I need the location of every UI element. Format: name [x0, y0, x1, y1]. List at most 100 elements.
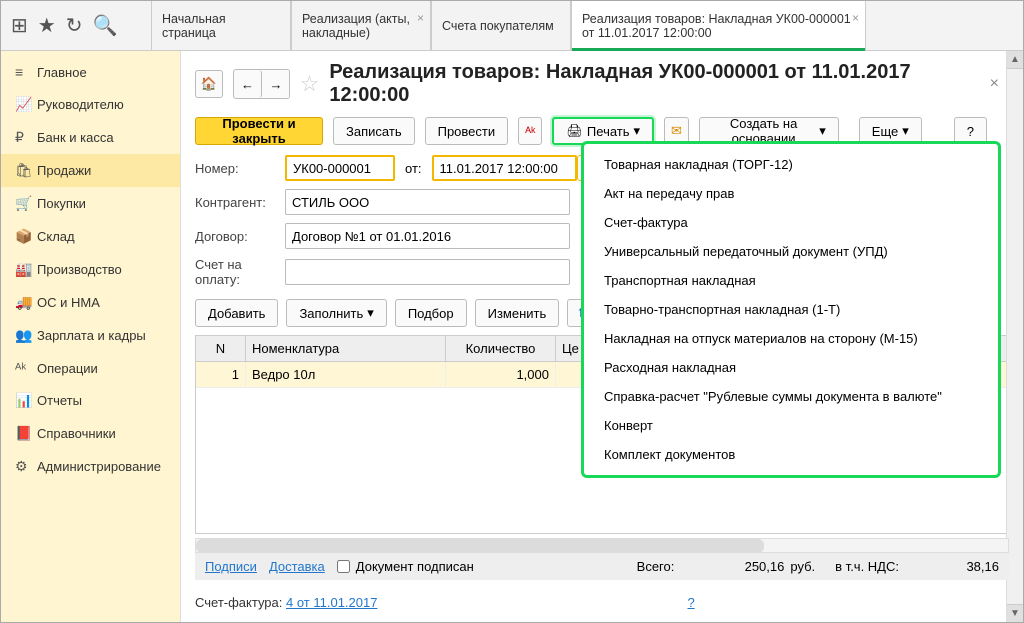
sidebar-label: Продажи	[37, 163, 91, 178]
signatures-link[interactable]: Подписи	[205, 559, 257, 574]
invoice-input[interactable]	[285, 259, 570, 285]
more-label: Еще	[872, 124, 898, 139]
home-button[interactable]: 🏠	[195, 70, 223, 98]
signed-label: Документ подписан	[356, 559, 474, 574]
cell-n: 1	[196, 362, 246, 387]
print-set[interactable]: Комплект документов	[584, 440, 998, 469]
tab-current-doc[interactable]: Реализация товаров: Накладная УК00-00000…	[571, 1, 866, 51]
col-qty[interactable]: Количество	[446, 336, 556, 361]
sidebar-label: Банк и касса	[37, 130, 114, 145]
sf-link[interactable]: 4 от 11.01.2017	[286, 595, 377, 610]
col-item[interactable]: Номенклатура	[246, 336, 446, 361]
print-ttn[interactable]: Товарно-транспортная накладная (1-Т)	[584, 295, 998, 324]
scroll-down-icon[interactable]: ▼	[1007, 604, 1023, 622]
total-label: Всего:	[637, 559, 675, 574]
tab-realizations[interactable]: Реализация (акты, накладные)×	[291, 1, 431, 51]
sidebar-item-manager[interactable]: 📈Руководителю	[1, 88, 180, 121]
sidebar: ≡Главное 📈Руководителю ₽Банк и касса 🛍Пр…	[1, 51, 181, 622]
number-input[interactable]	[285, 155, 395, 181]
vat-label: в т.ч. НДС:	[835, 559, 899, 574]
pick-button[interactable]: Подбор	[395, 299, 467, 327]
favorite-icon[interactable]: ☆	[300, 71, 320, 97]
post-and-close-button[interactable]: Провести и закрыть	[195, 117, 323, 145]
sidebar-label: Справочники	[37, 426, 116, 441]
tab-home[interactable]: Начальная страница	[151, 1, 291, 51]
signed-checkbox[interactable]	[337, 560, 350, 573]
total-value: 250,16	[674, 559, 784, 574]
tab-label: Реализация товаров: Накладная УК00-00000…	[582, 12, 855, 40]
bag-icon: 🛍	[15, 162, 37, 179]
print-envelope[interactable]: Конверт	[584, 411, 998, 440]
doc-title: Реализация товаров: Накладная УК00-00000…	[329, 61, 979, 107]
sidebar-item-assets[interactable]: 🚚ОС и НМА	[1, 286, 180, 319]
chart-icon: 📈	[15, 96, 37, 113]
sidebar-label: ОС и НМА	[37, 295, 100, 310]
print-sf[interactable]: Счет-фактура	[584, 208, 998, 237]
print-transport[interactable]: Транспортная накладная	[584, 266, 998, 295]
print-expense[interactable]: Расходная накладная	[584, 353, 998, 382]
back-button[interactable]: ←	[234, 70, 262, 98]
cell-item: Ведро 10л	[246, 362, 446, 387]
history-icon[interactable]: ↻	[66, 13, 83, 38]
sidebar-item-warehouse[interactable]: 📦Склад	[1, 220, 180, 253]
print-menu: Товарная накладная (ТОРГ-12) Акт на пере…	[581, 141, 1001, 478]
fill-dropdown[interactable]: Заполнить ▾	[286, 299, 386, 327]
print-upd[interactable]: Универсальный передаточный документ (УПД…	[584, 237, 998, 266]
report-icon: 📊	[15, 392, 37, 409]
sidebar-label: Покупки	[37, 196, 86, 211]
sidebar-item-production[interactable]: 🏭Производство	[1, 253, 180, 286]
sidebar-item-bank[interactable]: ₽Банк и касса	[1, 121, 180, 154]
sidebar-item-main[interactable]: ≡Главное	[1, 56, 180, 88]
write-button[interactable]: Записать	[333, 117, 415, 145]
print-rights-act[interactable]: Акт на передачу прав	[584, 179, 998, 208]
tab-invoices[interactable]: Счета покупателям	[431, 1, 571, 51]
footer-help-link[interactable]: ?	[687, 595, 694, 610]
menu-icon: ≡	[15, 64, 37, 80]
delivery-link[interactable]: Доставка	[269, 559, 325, 574]
edit-button[interactable]: Изменить	[475, 299, 560, 327]
scroll-up-icon[interactable]: ▲	[1007, 51, 1023, 69]
people-icon: 👥	[15, 327, 37, 344]
counterparty-input[interactable]	[285, 189, 570, 215]
col-n[interactable]: N	[196, 336, 246, 361]
vertical-scrollbar[interactable]: ▲ ▼	[1006, 51, 1023, 622]
sidebar-item-reports[interactable]: 📊Отчеты	[1, 384, 180, 417]
date-input[interactable]	[432, 155, 577, 181]
cart-icon: 🛒	[15, 195, 37, 212]
tab-label: Реализация (акты, накладные)	[302, 12, 420, 40]
sidebar-item-sales[interactable]: 🛍Продажи	[1, 154, 180, 187]
print-label: Печать	[587, 124, 630, 139]
sidebar-item-admin[interactable]: ⚙Администрирование	[1, 450, 180, 483]
print-m15[interactable]: Накладная на отпуск материалов на сторон…	[584, 324, 998, 353]
sidebar-item-operations[interactable]: ᴬᵏОперации	[1, 352, 180, 384]
sidebar-item-hr[interactable]: 👥Зарплата и кадры	[1, 319, 180, 352]
sidebar-label: Главное	[37, 65, 87, 80]
sidebar-label: Склад	[37, 229, 75, 244]
sidebar-label: Отчеты	[37, 393, 82, 408]
sidebar-label: Руководителю	[37, 97, 124, 112]
close-icon[interactable]: ×	[417, 11, 424, 25]
sidebar-label: Производство	[37, 262, 122, 277]
forward-button[interactable]: →	[262, 70, 290, 98]
sidebar-item-refs[interactable]: 📕Справочники	[1, 417, 180, 450]
dktk-button[interactable]: ᴬᵏ	[518, 117, 542, 145]
search-icon[interactable]: 🔍	[92, 13, 117, 38]
star-icon[interactable]: ★	[38, 13, 56, 38]
operations-icon: ᴬᵏ	[15, 360, 37, 376]
main: ▲ ▼ 🏠 ← → ☆ Реализация товаров: Накладна…	[181, 51, 1023, 622]
sidebar-item-purchases[interactable]: 🛒Покупки	[1, 187, 180, 220]
number-label: Номер:	[195, 161, 285, 176]
sidebar-label: Зарплата и кадры	[37, 328, 146, 343]
tabs: Начальная страница Реализация (акты, нак…	[151, 1, 866, 51]
invoice-label: Счет на оплату:	[195, 257, 285, 287]
top-left-icons: ⊞ ★ ↻ 🔍	[1, 1, 151, 50]
cell-qty: 1,000	[446, 362, 556, 387]
apps-icon[interactable]: ⊞	[11, 13, 28, 38]
add-row-button[interactable]: Добавить	[195, 299, 278, 327]
contract-label: Договор:	[195, 229, 285, 244]
contract-input[interactable]	[285, 223, 570, 249]
print-currency-note[interactable]: Справка-расчет "Рублевые суммы документа…	[584, 382, 998, 411]
print-torg12[interactable]: Товарная накладная (ТОРГ-12)	[584, 150, 998, 179]
post-button[interactable]: Провести	[425, 117, 509, 145]
close-icon[interactable]: ×	[852, 11, 859, 25]
